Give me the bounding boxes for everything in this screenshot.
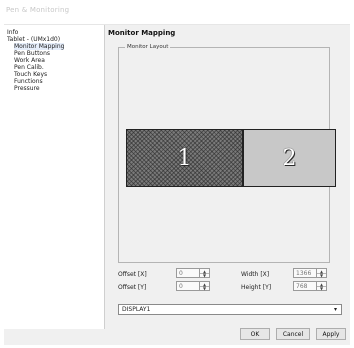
down-arrow-icon[interactable]: ▼ — [199, 273, 209, 278]
down-arrow-icon[interactable]: ▼ — [316, 273, 326, 278]
monitor-2-label: 2 — [282, 145, 297, 171]
offset-y-value: 0 — [179, 283, 183, 290]
group-label: Monitor Layout — [125, 44, 171, 50]
sidebar-item-info[interactable]: Info — [7, 29, 18, 36]
offset-y-spinbox[interactable]: 0 ▲ ▼ — [176, 281, 210, 291]
height-label: Height [Y] — [241, 284, 272, 291]
monitor-2-tile[interactable]: 2 — [243, 129, 336, 187]
cancel-button[interactable]: Cancel — [276, 328, 310, 340]
page-title: Monitor Mapping — [108, 29, 176, 37]
window-title: Pen & Monitoring — [6, 6, 70, 14]
display-select[interactable]: DISPLAY1 ▾ — [118, 304, 342, 315]
sidebar-item-tablet[interactable]: Tablet - (UMx1d0) — [7, 36, 60, 43]
sidebar-item-work-area[interactable]: Work Area — [14, 57, 45, 64]
down-arrow-icon[interactable]: ▼ — [316, 286, 326, 291]
sidebar-item-touch-keys[interactable]: Touch Keys — [14, 71, 47, 78]
offset-x-value: 0 — [179, 270, 183, 277]
width-label: Width [X] — [241, 271, 270, 278]
monitor-1-label: 1 — [177, 145, 192, 171]
height-spinbox[interactable]: 768 ▲ ▼ — [293, 281, 327, 291]
ok-button[interactable]: OK — [240, 328, 270, 340]
display-select-value: DISPLAY1 — [122, 306, 151, 313]
width-value: 1366 — [296, 270, 312, 277]
settings-window: Info Tablet - (UMx1d0) Monitor Mapping P… — [4, 24, 350, 345]
sidebar-item-pen-buttons[interactable]: Pen Buttons — [14, 50, 50, 57]
sidebar-item-functions[interactable]: Functions — [14, 78, 43, 85]
chevron-down-icon[interactable]: ▾ — [331, 305, 340, 314]
width-spinbox[interactable]: 1366 ▲ ▼ — [293, 268, 327, 278]
down-arrow-icon[interactable]: ▼ — [199, 286, 209, 291]
offset-x-spinbox[interactable]: 0 ▲ ▼ — [176, 268, 210, 278]
height-value: 768 — [296, 283, 308, 290]
sidebar-item-pen-calib[interactable]: Pen Calib. — [14, 64, 44, 71]
apply-button[interactable]: Apply — [316, 328, 346, 340]
sidebar-item-monitor-mapping[interactable]: Monitor Mapping — [14, 43, 65, 50]
offset-x-label: Offset [X] — [118, 271, 147, 278]
sidebar-tree: Info Tablet - (UMx1d0) Monitor Mapping P… — [4, 25, 105, 329]
sidebar-item-pressure[interactable]: Pressure — [14, 85, 40, 92]
offset-y-label: Offset [Y] — [118, 284, 147, 291]
monitor-1-tile[interactable]: 1 — [126, 129, 243, 187]
